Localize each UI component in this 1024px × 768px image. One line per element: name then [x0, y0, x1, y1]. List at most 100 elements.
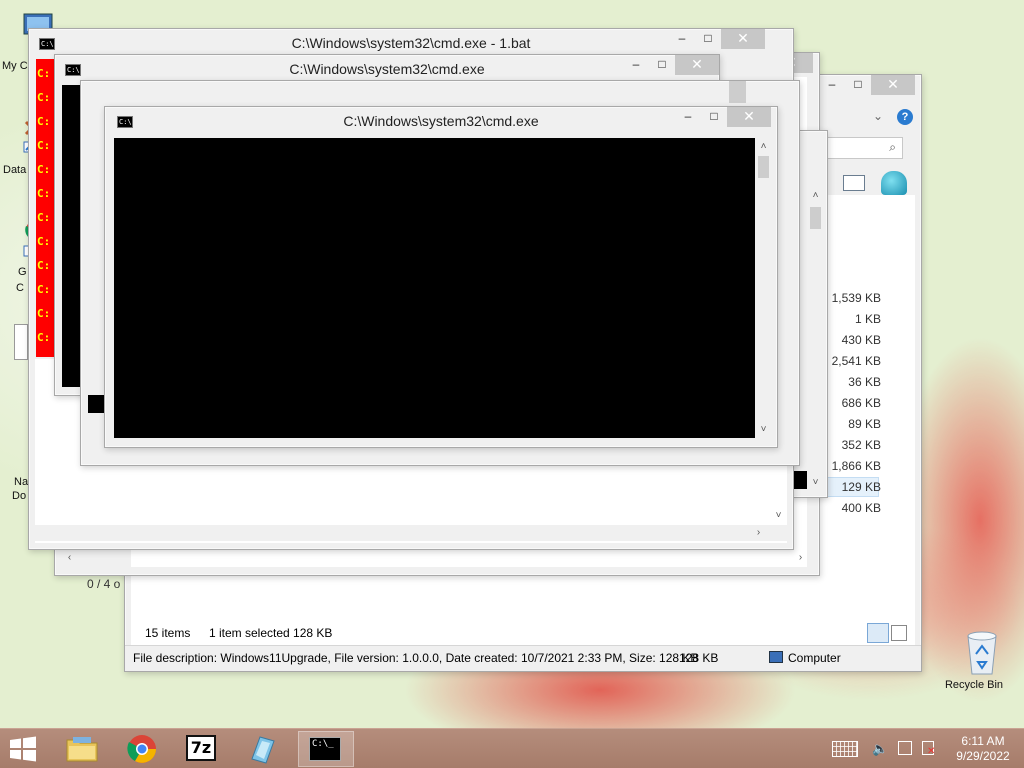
file-size: 430 KB [841, 333, 881, 347]
scroll-thumb[interactable] [758, 156, 769, 178]
explorer-caption-buttons: – □ ✕ [819, 75, 915, 95]
taskbar-7zip[interactable]: 7z [174, 731, 230, 767]
console-line: C: [37, 211, 51, 224]
maximize-button[interactable]: □ [845, 75, 871, 95]
recycle-bin-icon [967, 631, 997, 675]
maximize-button[interactable]: □ [701, 107, 727, 127]
folder-icon [66, 737, 98, 762]
taskbar-cmd[interactable]: C:\_ [298, 731, 354, 767]
maximize-button[interactable]: □ [695, 29, 721, 49]
details-view-button[interactable] [867, 623, 889, 643]
network-icon[interactable] [898, 741, 912, 755]
minimize-button[interactable]: – [675, 107, 701, 127]
mail-icon[interactable] [843, 175, 865, 191]
scroll-thumb[interactable] [729, 81, 746, 103]
clock-time: 6:11 AM [961, 734, 1005, 748]
size-column: 1,539 KB 1 KB 430 KB 2,541 KB 36 KB 686 … [815, 291, 881, 531]
explorer-status-bar: 15 items 1 item selected 128 KB [131, 623, 915, 645]
file-size: 2,541 KB [831, 354, 881, 368]
clock[interactable]: 6:11 AM 9/29/2022 [948, 734, 1018, 764]
selection-info: 1 item selected 128 KB [209, 626, 333, 640]
console-line: C: [37, 283, 51, 296]
action-center-icon[interactable]: ✕ [922, 741, 936, 757]
computer-icon [769, 651, 783, 663]
file-description: File description: Windows11Upgrade, File… [133, 651, 699, 665]
desktop-icon-label: My C [2, 60, 28, 72]
desktop-icon-label: Data [3, 164, 27, 176]
scroll-down-arrow[interactable]: ˅ [807, 474, 824, 491]
console-line: C: [37, 163, 51, 176]
scroll-right-arrow[interactable]: › [792, 549, 809, 566]
scroll-thumb[interactable] [810, 207, 821, 229]
search-input[interactable]: ⌕ [815, 137, 903, 159]
scroll-up-arrow[interactable]: ˄ [807, 187, 824, 204]
windows-logo-icon [10, 736, 36, 762]
vertical-scrollbar[interactable]: ˄ ˅ [807, 157, 824, 491]
console-line: C: [37, 235, 51, 248]
file-size: 1 KB [854, 312, 881, 326]
clock-date: 9/29/2022 [956, 749, 1010, 763]
system-tray: 🔈 ✕ 6:11 AM 9/29/2022 [826, 729, 1024, 768]
maximize-button[interactable]: □ [649, 55, 675, 75]
close-button[interactable]: ✕ [727, 107, 771, 127]
file-size: 400 KB [841, 501, 881, 515]
console-line: C: [37, 115, 51, 128]
vertical-scrollbar[interactable]: ˄ ˅ [755, 138, 772, 438]
taskbar-chrome[interactable] [114, 731, 170, 767]
start-button[interactable] [6, 735, 40, 763]
file-size: 352 KB [841, 438, 881, 452]
close-button[interactable]: ✕ [675, 55, 719, 75]
cmd-icon: C:\_ [309, 737, 341, 761]
app-icon [251, 736, 275, 764]
7zip-label: 7z [190, 738, 212, 757]
console-line: C: [37, 187, 51, 200]
cmd-window-front: C:\ C:\Windows\system32\cmd.exe – □ ✕ ˄ … [104, 106, 778, 448]
large-icons-view-button[interactable] [891, 625, 907, 641]
scroll-right-arrow[interactable]: › [750, 524, 767, 541]
console-line: C: [37, 259, 51, 272]
help-icon[interactable]: ? [897, 109, 913, 125]
desktop-icon-label: G [18, 266, 27, 278]
minimize-button[interactable]: – [623, 55, 649, 75]
error-x-icon: ✕ [927, 746, 936, 757]
scroll-left-arrow[interactable]: ‹ [61, 549, 78, 566]
file-size: 36 KB [848, 375, 881, 389]
scroll-up-arrow[interactable]: ˄ [755, 138, 772, 155]
desktop-icon-label: Do [12, 490, 27, 502]
horizontal-scrollbar[interactable]: ‹ › [61, 551, 809, 565]
chrome-icon [127, 735, 156, 763]
minimize-button[interactable]: – [669, 29, 695, 49]
taskbar-app[interactable] [234, 731, 290, 767]
horizontal-scrollbar[interactable]: › ˅ [35, 510, 787, 541]
close-button[interactable]: ✕ [721, 29, 765, 49]
console-line: C: [37, 67, 51, 80]
file-size: 1,539 KB [831, 291, 881, 305]
details-bar: File description: Windows11Upgrade, File… [125, 645, 921, 671]
app-shell-icon[interactable] [881, 171, 907, 195]
file-size: 89 KB [848, 417, 881, 431]
console-output[interactable] [114, 138, 755, 438]
taskbar-file-explorer[interactable] [54, 731, 110, 767]
search-icon: ⌕ [889, 140, 896, 154]
scroll-down-arrow[interactable]: ˅ [755, 421, 772, 438]
volume-muted-icon[interactable]: 🔈 [872, 741, 888, 757]
file-size: 129 KB [841, 480, 881, 494]
expand-ribbon-chevron-icon[interactable]: ⌄ [873, 109, 883, 123]
window-title: C:\Windows\system32\cmd.exe [289, 61, 485, 77]
details-size: 128 KB [679, 651, 719, 665]
touch-keyboard-icon[interactable] [832, 741, 858, 757]
minimize-button[interactable]: – [819, 75, 845, 95]
close-button[interactable]: ✕ [871, 75, 915, 95]
console-line: C: [37, 331, 51, 344]
file-size: 686 KB [841, 396, 881, 410]
scroll-down-arrow[interactable]: ˅ [770, 507, 787, 524]
desktop-icon-label: C [16, 282, 24, 294]
batch-console-output[interactable]: C: C: C: C: C: C: C: C: C: C: C: C: [36, 59, 54, 357]
console-line: C: [37, 307, 51, 320]
desktop-icon-label: Na [14, 476, 29, 488]
desktop-icon-recycle-bin[interactable]: Recycle Bin [944, 628, 1008, 700]
desktop-icon-generic[interactable] [14, 324, 28, 360]
7zip-icon: 7z [186, 735, 216, 761]
file-size: 1,866 KB [831, 459, 881, 473]
item-count: 15 items [145, 626, 191, 640]
